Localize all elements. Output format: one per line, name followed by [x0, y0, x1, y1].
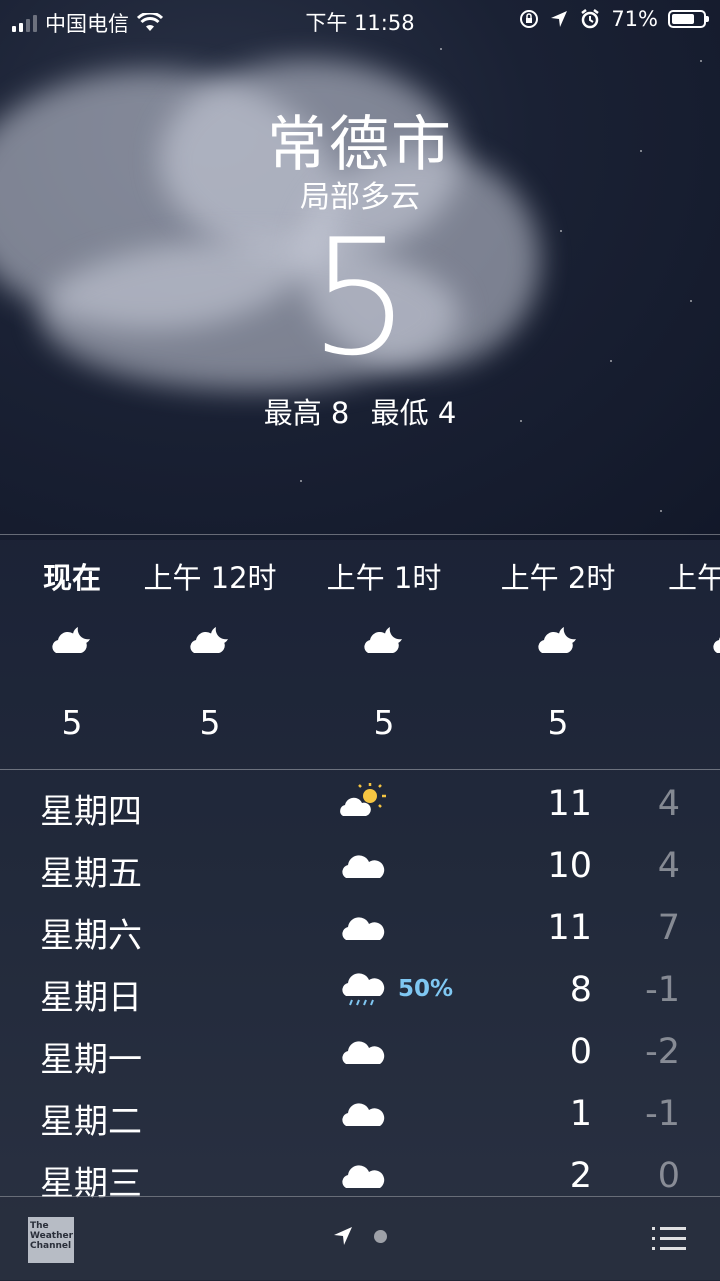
partly-cloudy-night-icon: [534, 623, 582, 663]
day-name: 星期五: [40, 854, 142, 894]
day-high: 10: [547, 846, 592, 886]
hour-label: 上午 1时: [326, 561, 442, 595]
daily-row: 星期日 50% 8 -1: [0, 960, 720, 1022]
page-indicator[interactable]: [332, 1225, 387, 1247]
day-low: 4: [657, 846, 680, 886]
daily-row: 星期五 10 4: [0, 836, 720, 898]
precipitation-chance: 50%: [398, 976, 454, 1002]
daily-row: 星期一 0 -2: [0, 1022, 720, 1084]
hour-label: 上午 12时: [143, 561, 277, 595]
battery-percent: 71%: [611, 7, 658, 31]
status-bar: 中国电信 下午 11:58 71%: [0, 0, 720, 40]
day-high: 11: [547, 784, 592, 824]
hour-temperature: 5: [199, 703, 221, 742]
hour-label: 上午 2时: [500, 561, 616, 595]
daily-row: 星期四 11 4: [0, 774, 720, 836]
cloud-icon: [338, 906, 390, 950]
city-name: 常德市: [267, 110, 453, 180]
weather-channel-logo[interactable]: The Weather Channel: [28, 1217, 74, 1263]
hour-temperature: 5: [373, 703, 395, 742]
location-arrow-icon[interactable]: [332, 1225, 354, 1247]
high-temperature: 最高 8: [263, 396, 350, 430]
list-icon[interactable]: [652, 1227, 686, 1257]
low-temperature: 最低 4: [370, 396, 457, 430]
cloud-icon: [338, 844, 390, 888]
day-low: -1: [645, 1094, 680, 1134]
partly-cloudy-night-icon: [186, 623, 234, 663]
hour-temperature: 5: [61, 703, 83, 742]
cloud-icon: [338, 1092, 390, 1136]
day-name: 星期六: [40, 916, 142, 956]
day-high: 0: [569, 1032, 592, 1072]
day-high: 11: [547, 908, 592, 948]
hour-label: 上午: [668, 561, 720, 595]
hour-label: 现在: [42, 561, 102, 595]
day-high: 2: [569, 1156, 592, 1196]
day-low: 7: [657, 908, 680, 948]
hour-temperature: 5: [547, 703, 569, 742]
cloud-icon: [338, 1154, 390, 1198]
high-low-temperature: 最高 8 最低 4: [0, 390, 720, 432]
day-name: 星期四: [40, 792, 142, 832]
alarm-clock-icon: [581, 9, 600, 29]
location-arrow-icon: [551, 11, 568, 27]
battery-icon: [668, 10, 709, 28]
day-high: 1: [569, 1094, 592, 1134]
hourly-forecast[interactable]: 现在 5 上午 12时 5 上午 1时 5 上午 2时 5 上午: [0, 534, 720, 770]
day-low: 0: [657, 1156, 680, 1196]
day-name: 星期一: [40, 1040, 142, 1080]
daily-row: 星期二 1 -1: [0, 1084, 720, 1146]
day-high: 8: [569, 970, 592, 1010]
day-name: 星期二: [40, 1102, 142, 1142]
rain-icon: [338, 968, 390, 1016]
day-low: -2: [645, 1032, 680, 1072]
day-name: 星期日: [40, 978, 142, 1018]
daily-row: 星期六 11 7: [0, 898, 720, 960]
page-dot[interactable]: [374, 1229, 387, 1243]
orientation-lock-icon: [520, 10, 539, 28]
day-low: 4: [657, 784, 680, 824]
current-temperature: 5: [309, 204, 411, 391]
partly-cloudy-night-icon: [48, 623, 96, 663]
bottom-toolbar: The Weather Channel: [0, 1196, 720, 1281]
day-low: -1: [645, 970, 680, 1010]
partly-cloudy-night-icon: [709, 623, 720, 663]
partly-sunny-icon: [338, 782, 390, 826]
partly-cloudy-night-icon: [360, 623, 408, 663]
cloud-icon: [338, 1030, 390, 1074]
